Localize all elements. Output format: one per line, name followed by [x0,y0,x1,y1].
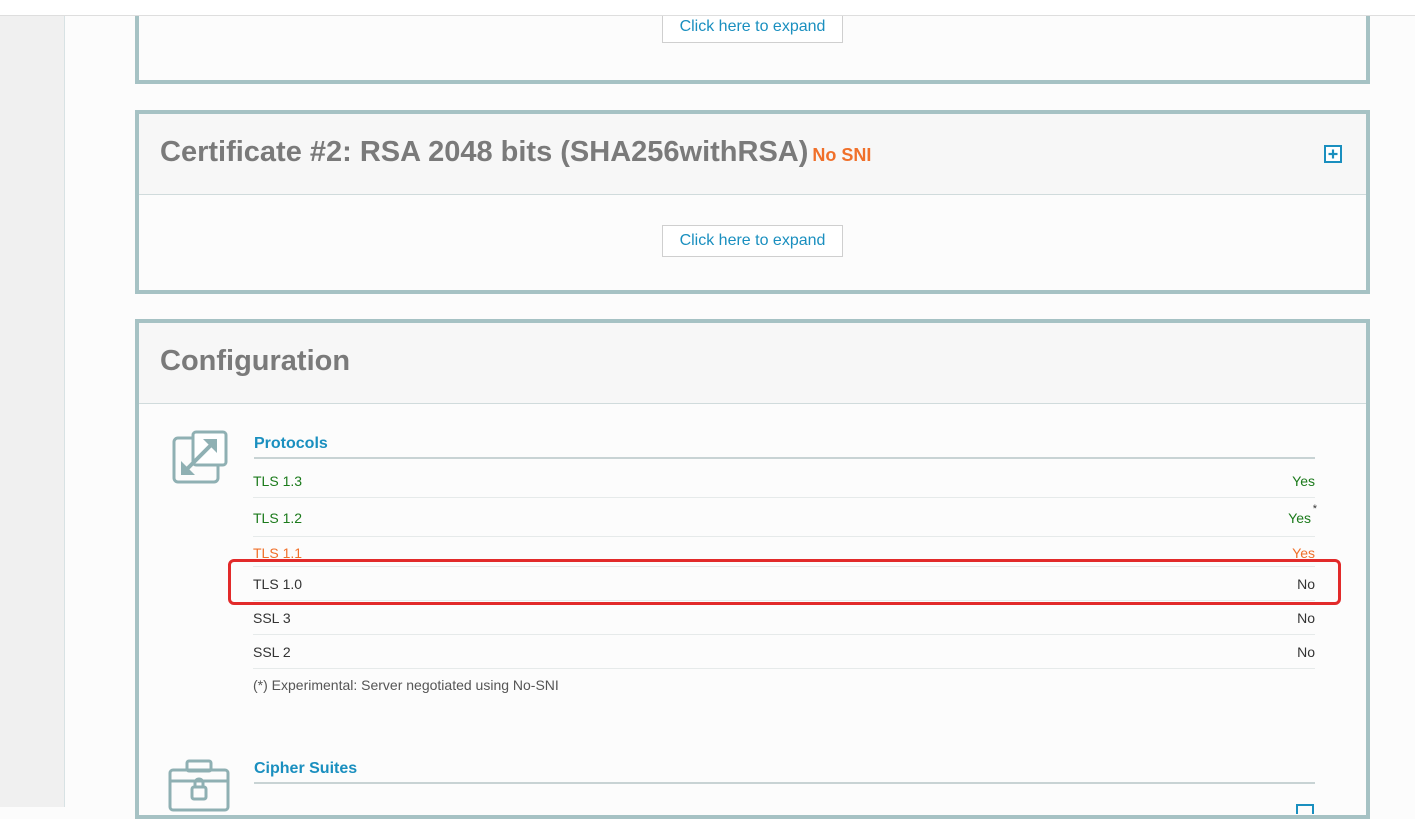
protocol-value: No [1297,610,1315,626]
expand-arrows-icon [172,430,228,484]
certificate-2-expand-button[interactable]: Click here to expand [662,225,843,257]
left-gutter [0,0,65,807]
plus-square-icon[interactable] [1324,145,1342,163]
top-bar [0,0,1415,16]
toolbox-lock-icon [168,759,230,812]
configuration-header: Configuration [139,323,1366,404]
tls10-highlight-box [228,559,1341,605]
protocol-row-ssl2: SSL 2 No [253,635,1315,669]
configuration-title: Configuration [160,345,351,377]
protocol-row-tls12: TLS 1.2 Yes * [253,498,1317,537]
protocol-label: TLS 1.3 [253,473,303,489]
certificate-2-title: Certificate #2: RSA 2048 bits (SHA256wit… [160,136,872,168]
protocol-label: SSL 2 [253,644,291,660]
protocol-value: Yes * [1288,503,1317,526]
protocols-heading: Protocols [254,429,1315,459]
experimental-marker: * [1312,503,1317,515]
protocol-label: SSL 3 [253,610,291,626]
protocol-value: Yes [1292,473,1315,489]
protocol-row-tls13: TLS 1.3 Yes [253,464,1315,498]
certificate-2-section: Certificate #2: RSA 2048 bits (SHA256wit… [135,110,1370,294]
protocol-value: No [1297,644,1315,660]
no-sni-badge: No SNI [812,145,872,165]
protocol-row-ssl3: SSL 3 No [253,601,1315,635]
certificate-2-header[interactable]: Certificate #2: RSA 2048 bits (SHA256wit… [139,114,1366,195]
cipher-suites-heading: Cipher Suites [254,754,1315,784]
protocol-label: TLS 1.2 [253,510,303,526]
protocols-footnote: (*) Experimental: Server negotiated usin… [253,677,559,693]
cipher-suites-toggle-icon[interactable] [1296,804,1314,814]
